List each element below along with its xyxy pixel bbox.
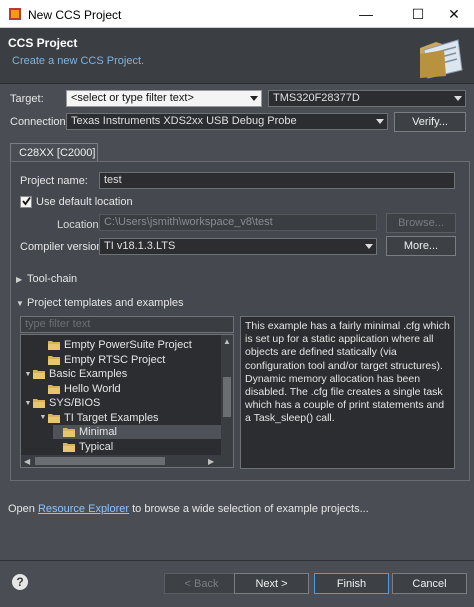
tree-item-label: Typical [79,440,114,453]
tree-item-label: TI Target Examples [64,411,159,424]
resource-suffix: to browse a wide selection of example pr… [129,503,369,515]
cancel-button[interactable]: Cancel [392,573,467,594]
expanded-arrow-icon: ▼ [16,299,24,308]
tree-item[interactable]: Minimal [53,425,221,439]
minimize-icon: — [359,6,373,22]
tree-item[interactable]: Empty PowerSuite Project [38,338,221,352]
window-title: New CCS Project [28,8,122,22]
scroll-right-icon[interactable]: ▶ [208,457,214,466]
tree-hscroll-thumb[interactable] [35,457,165,465]
target-filter-combo[interactable]: <select or type filter text> [66,90,262,107]
tree-item-label: Empty RTSC Project [64,353,166,366]
connection-combo[interactable]: Texas Instruments XDS2xx USB Debug Probe [66,113,388,130]
compiler-version-value: TI v18.1.3.LTS [104,240,176,252]
folder-icon [48,384,60,394]
tree-horizontal-scrollbar[interactable]: ◀ ▶ [21,455,233,467]
templates-label: Project templates and examples [27,297,184,309]
folder-icon [48,413,60,423]
wizard-header: CCS Project Create a new CCS Project. [0,28,474,84]
resource-prefix: Open [8,503,38,515]
tree-item-label: SYS/BIOS [49,397,101,409]
tree-vertical-scrollbar[interactable]: ▲ [221,335,233,456]
chevron-down-icon [376,119,384,124]
page-subtitle: Create a new CCS Project. [12,55,145,67]
close-window-button[interactable]: ✕ [434,0,474,28]
maximize-button[interactable]: ☐ [398,0,438,28]
browse-button[interactable]: Browse... [386,213,456,233]
toolchain-label: Tool-chain [27,273,78,285]
tree-expand-icon[interactable]: ▼ [23,371,33,378]
verify-button[interactable]: Verify... [394,112,466,132]
tree-item[interactable]: ▼ SYS/BIOS [23,396,221,410]
chevron-down-icon [365,244,373,249]
chevron-down-icon [250,96,258,101]
target-device-combo[interactable]: TMS320F28377D [268,90,466,107]
resource-explorer-line: Open Resource Explorer to browse a wide … [8,503,369,515]
folder-icon [33,370,45,379]
tree-item[interactable]: Empty RTSC Project [38,353,221,367]
minimize-button[interactable]: — [346,0,386,28]
folder-icon [63,442,75,452]
use-default-location-label: Use default location [36,196,133,208]
tree-item[interactable]: Typical [53,440,221,454]
project-name-input[interactable]: test [99,172,455,189]
ccs-app-icon [9,8,21,20]
tree-scroll-thumb[interactable] [223,377,231,417]
compiler-version-label: Compiler version: [20,241,106,253]
folder-icon [63,428,75,437]
use-default-location-checkbox[interactable] [20,196,32,208]
tree-expand-icon[interactable]: ▼ [38,414,48,421]
next-button[interactable]: Next > [234,573,309,594]
tree-item-label: Hello World [64,382,121,395]
compiler-version-combo[interactable]: TI v18.1.3.LTS [99,238,377,255]
scroll-left-icon[interactable]: ◀ [24,457,30,466]
check-icon [22,196,31,206]
location-input[interactable]: C:\Users\jsmith\workspace_v8\test [99,214,377,231]
tree-expand-icon[interactable]: ▼ [23,400,33,407]
collapsed-arrow-icon: ▶ [16,275,23,284]
page-title: CCS Project [8,36,78,50]
target-device-value: TMS320F28377D [273,92,360,104]
tree-item[interactable]: Hello World [38,382,221,396]
templates-tree: Typical Minimal ▼ TI Target Examples ▼ SYS/BI… [20,334,234,468]
templates-filter-input[interactable]: type filter text [20,316,234,333]
folder-banner-icon [420,39,463,79]
tree-item-label: Empty PowerSuite Project [64,339,192,351]
title-bar: New CCS Project — ☐ ✕ [0,0,474,28]
tree-item[interactable]: ▼ TI Target Examples [38,411,221,425]
more-button[interactable]: More... [386,236,456,256]
resource-explorer-link[interactable]: Resource Explorer [38,503,129,515]
project-name-label: Project name: [20,175,88,187]
folder-icon [48,341,60,350]
close-icon: ✕ [448,5,460,22]
back-button[interactable]: < Back [164,573,239,594]
target-filter-text: <select or type filter text> [71,92,194,104]
maximize-icon: ☐ [411,5,425,22]
tree-item-label: Basic Examples [49,368,128,380]
tree-item[interactable]: ▼ Basic Examples [23,367,221,381]
scroll-up-icon[interactable]: ▲ [223,337,231,346]
finish-button[interactable]: Finish [314,573,389,594]
templates-section-toggle[interactable]: ▼ Project templates and examples [16,297,184,309]
tab-c28xx[interactable]: C28XX [C2000] [10,143,98,162]
location-label: Location: [57,219,102,231]
target-label: Target: [10,93,44,105]
footer-divider [0,560,474,561]
tree-item-label: Minimal [79,426,117,438]
folder-icon [33,399,45,408]
connection-value: Texas Instruments XDS2xx USB Debug Probe [71,115,297,127]
toolchain-section-toggle[interactable]: ▶ Tool-chain [16,273,77,285]
chevron-down-icon [454,96,462,101]
template-description: This example has a fairly minimal .cfg w… [240,316,455,469]
folder-icon [48,355,60,365]
help-icon[interactable]: ? [12,574,28,590]
connection-label: Connection: [10,116,69,128]
